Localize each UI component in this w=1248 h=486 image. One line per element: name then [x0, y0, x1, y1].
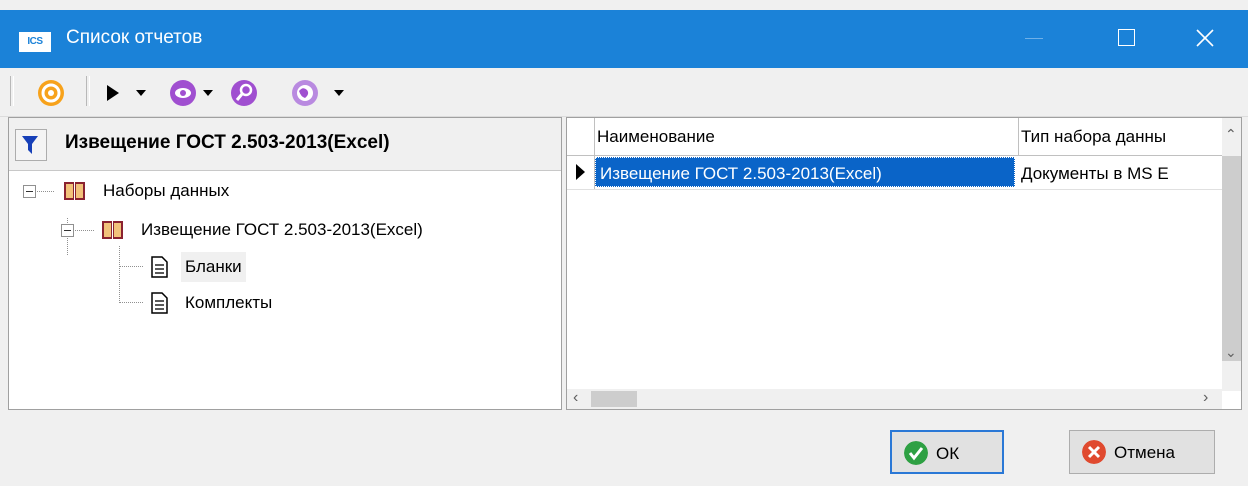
- maximize-button[interactable]: [1107, 18, 1147, 58]
- scroll-left-icon[interactable]: ‹: [573, 389, 578, 407]
- cell-name-text: Извещение ГОСТ 2.503-2013(Excel): [600, 164, 882, 183]
- toolbar-separator: [10, 76, 14, 106]
- current-row-indicator-icon: [567, 156, 595, 189]
- globe-icon: [292, 80, 344, 106]
- horizontal-scrollbar[interactable]: ‹ ›: [567, 389, 1222, 409]
- column-header-name[interactable]: Наименование: [597, 127, 1017, 147]
- horizontal-scroll-thumb[interactable]: [591, 391, 637, 407]
- row-indicator-header: [567, 118, 595, 155]
- toolbar: [0, 68, 1248, 117]
- close-icon: [1196, 29, 1214, 47]
- grid-header: Наименование Тип набора данны: [567, 118, 1222, 156]
- column-divider[interactable]: [1018, 118, 1019, 155]
- refresh-button[interactable]: [36, 78, 66, 113]
- tree-node-label: Комплекты: [185, 293, 273, 312]
- reports-grid: Наименование Тип набора данны Извещение …: [566, 117, 1242, 410]
- run-button[interactable]: [104, 82, 148, 109]
- minimize-button[interactable]: [1015, 18, 1055, 58]
- document-icon: [151, 292, 168, 314]
- cancel-button-label: Отмена: [1114, 443, 1175, 462]
- tree-connector: [119, 246, 120, 303]
- tree-connector: [34, 191, 54, 192]
- book-icon: [102, 221, 123, 239]
- eye-icon: [170, 80, 213, 106]
- close-button[interactable]: [1184, 18, 1224, 58]
- dialog-window: ICS Список отчетов Извещение ГОСТ 2.503-…: [0, 0, 1248, 486]
- toolbar-separator: [86, 76, 90, 106]
- search-icon: [231, 80, 257, 106]
- table-row[interactable]: Извещение ГОСТ 2.503-2013(Excel) Докумен…: [567, 156, 1222, 190]
- tree-connector: [72, 230, 94, 231]
- tree-panel-header: Извещение ГОСТ 2.503-2013(Excel): [9, 118, 561, 171]
- filter-button[interactable]: [15, 129, 47, 161]
- tree-connector: [119, 302, 143, 303]
- collapse-toggle[interactable]: [23, 185, 36, 198]
- tree-node-label: Наборы данных: [103, 181, 230, 200]
- document-icon: [151, 256, 168, 278]
- vertical-scroll-thumb[interactable]: [1222, 156, 1241, 361]
- cancel-button[interactable]: Отмена: [1069, 430, 1215, 474]
- cell-type[interactable]: Документы в MS E: [1021, 164, 1217, 184]
- ok-button[interactable]: ОК: [890, 430, 1004, 474]
- tree-panel-title: Извещение ГОСТ 2.503-2013(Excel): [65, 132, 390, 153]
- cell-name[interactable]: Извещение ГОСТ 2.503-2013(Excel): [595, 157, 1015, 187]
- globe-button[interactable]: [290, 78, 352, 113]
- scroll-down-icon[interactable]: ⌄: [1225, 344, 1237, 361]
- window-title: Список отчетов: [66, 27, 203, 48]
- app-logo-icon: ICS: [19, 32, 51, 52]
- checkmark-icon: [904, 441, 928, 465]
- tree-panel: Извещение ГОСТ 2.503-2013(Excel) Наборы …: [8, 117, 562, 410]
- search-button[interactable]: [229, 78, 259, 113]
- refresh-icon: [38, 80, 64, 106]
- tree-node-label: Извещение ГОСТ 2.503-2013(Excel): [141, 220, 423, 239]
- funnel-icon: [22, 136, 38, 154]
- collapse-toggle[interactable]: [61, 224, 74, 237]
- tree-node-label: Бланки: [181, 252, 246, 282]
- cancel-icon: [1082, 440, 1106, 464]
- column-header-type[interactable]: Тип набора данны: [1021, 127, 1219, 147]
- tree-connector: [119, 266, 143, 267]
- play-icon: [107, 85, 146, 101]
- vertical-scrollbar[interactable]: ⌃ ⌄: [1222, 118, 1241, 391]
- view-button[interactable]: [168, 78, 226, 113]
- book-icon: [64, 182, 85, 200]
- scroll-right-icon[interactable]: ›: [1203, 389, 1208, 407]
- scroll-up-icon[interactable]: ⌃: [1225, 126, 1237, 143]
- title-bar[interactable]: ICS Список отчетов: [0, 10, 1248, 68]
- ok-button-label: ОК: [936, 444, 960, 463]
